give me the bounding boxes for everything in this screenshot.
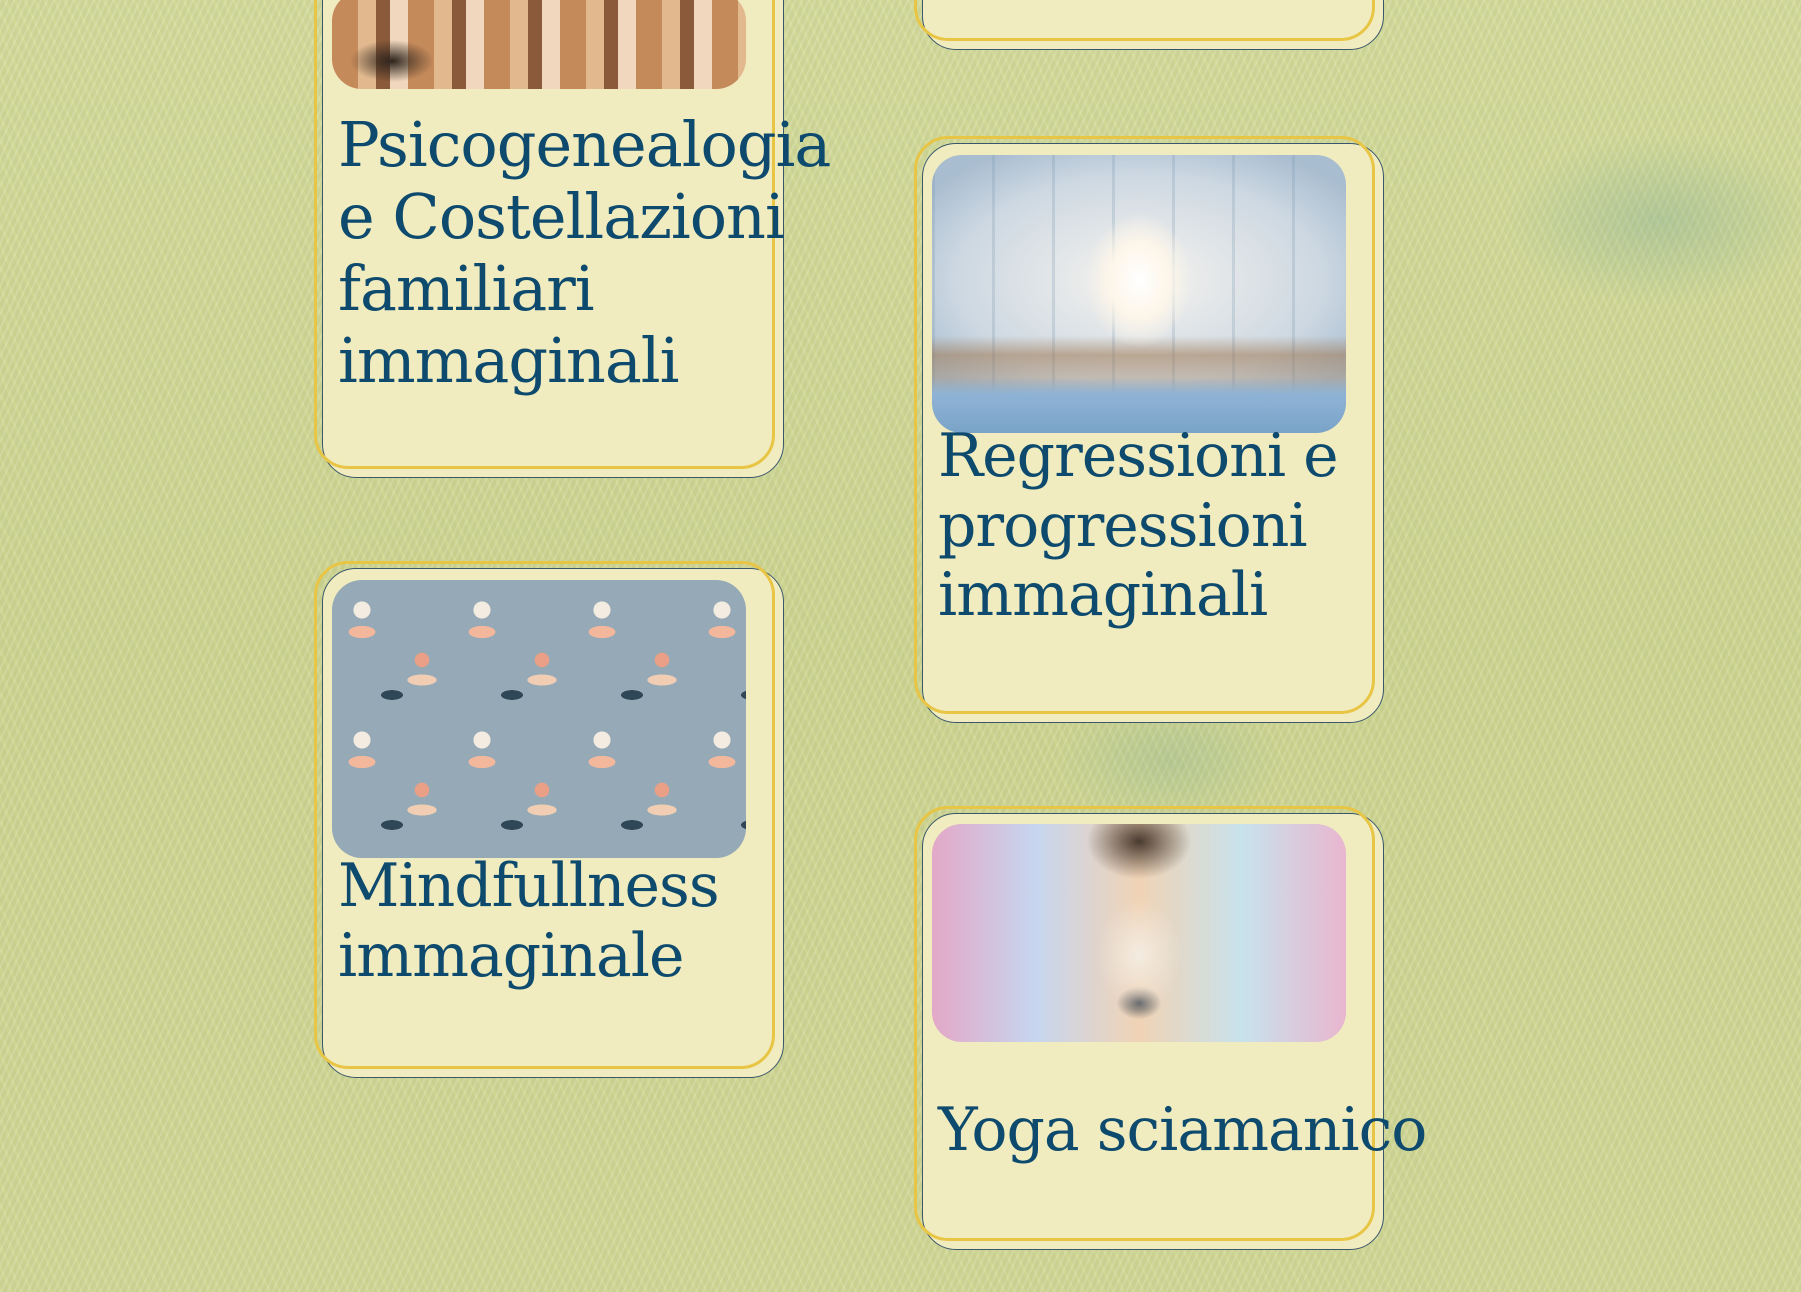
card-title[interactable]: Psicogenealogia e Costellazioni familiar…	[338, 108, 831, 397]
title-line: immaginali	[938, 560, 1268, 631]
family-crowd-image[interactable]	[332, 0, 746, 89]
card-title[interactable]: Yoga sciamanico	[938, 1095, 1427, 1166]
title-line: immaginale	[338, 920, 684, 991]
title-line: familiari	[338, 251, 595, 325]
card-psicogenealogia[interactable]: Psicogenealogia e Costellazioni familiar…	[314, 0, 831, 478]
title-line: Mindfullness	[338, 851, 720, 921]
shamanic-yoga-image[interactable]	[932, 824, 1346, 1042]
card-regressioni[interactable]: Regressioni e progressioni immaginali	[914, 136, 1384, 723]
title-line: immaginali	[338, 323, 679, 397]
card-title[interactable]: Mindfullness immaginale	[338, 851, 720, 991]
title-line: Regressioni e	[938, 421, 1339, 491]
card-yoga-sciamanico[interactable]: Yoga sciamanico	[914, 806, 1427, 1250]
title-line: Psicogenealogia	[338, 108, 831, 181]
buddha-pattern-image[interactable]	[332, 580, 746, 858]
corridor-image[interactable]	[932, 155, 1346, 433]
title-line: e Costellazioni	[338, 179, 785, 253]
card-top-right[interactable]	[914, 0, 1384, 50]
card-title[interactable]: Regressioni e progressioni immaginali	[938, 421, 1339, 631]
title-line: progressioni	[938, 490, 1308, 561]
card-mindfullness[interactable]: Mindfullness immaginale	[314, 561, 784, 1078]
title-line: Yoga sciamanico	[938, 1095, 1427, 1165]
